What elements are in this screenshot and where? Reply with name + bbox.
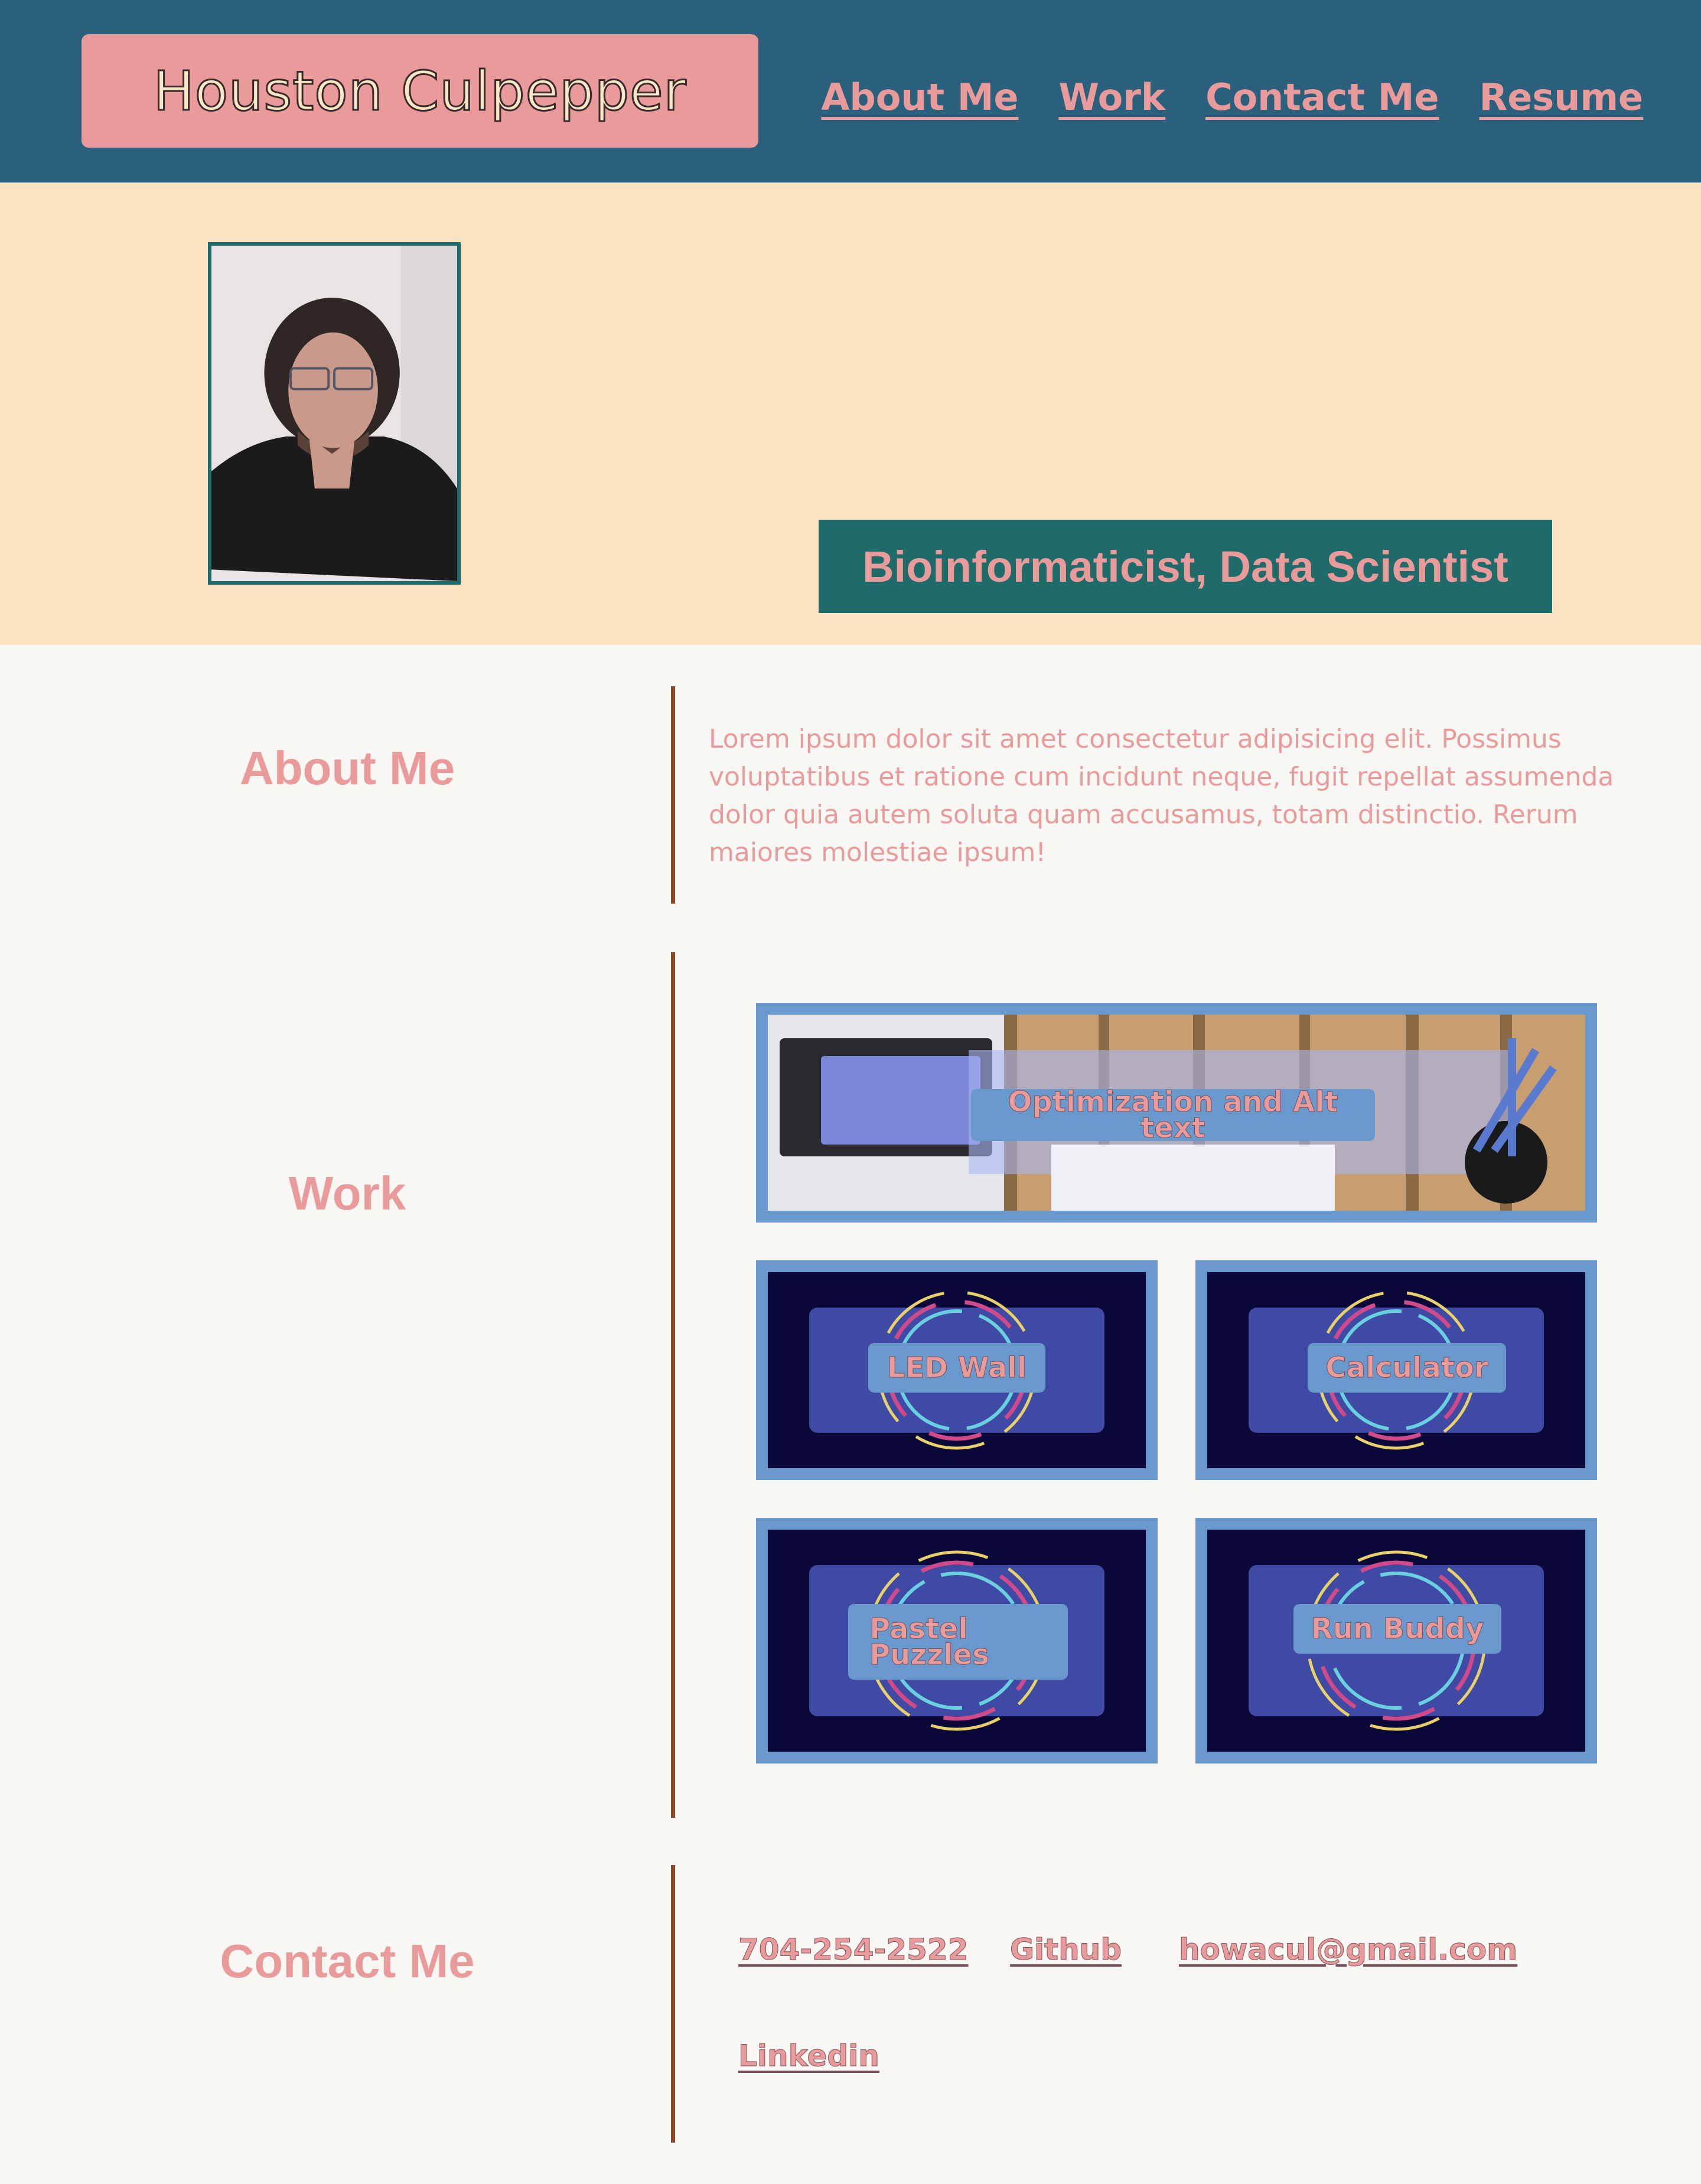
professional-title-banner: Bioinformaticist, Data Scientist [819, 520, 1552, 613]
contact-divider [671, 1865, 675, 2143]
email-link[interactable]: howacul@gmail.com [1178, 1932, 1517, 1967]
project-card-led-wall[interactable]: LED Wall [756, 1260, 1158, 1480]
phone-link[interactable]: 704-254-2522 [738, 1932, 968, 1967]
professional-title: Bioinformaticist, Data Scientist [862, 542, 1508, 591]
project-label: Optimization and Alt text [971, 1088, 1375, 1143]
nav-contact-me[interactable]: Contact Me [1205, 76, 1439, 119]
project-label: Calculator [1308, 1343, 1506, 1393]
about-divider [671, 686, 675, 904]
project-label: Pastel Puzzles [848, 1604, 1068, 1680]
main-nav: About Me Work Contact Me Resume [821, 76, 1643, 119]
nav-about-me[interactable]: About Me [821, 76, 1018, 119]
about-heading: About Me [239, 742, 455, 794]
site-header: Houston Culpepper About Me Work Contact … [0, 0, 1701, 182]
work-divider [671, 952, 675, 1818]
project-label: Run Buddy [1293, 1604, 1501, 1654]
nav-resume[interactable]: Resume [1480, 76, 1644, 119]
profile-photo [208, 242, 461, 585]
project-card-calculator[interactable]: Calculator [1195, 1260, 1597, 1480]
project-label: LED Wall [868, 1343, 1045, 1393]
project-card-optimization[interactable]: Optimization and Alt text [756, 1003, 1597, 1223]
project-card-run-buddy[interactable]: Run Buddy [1195, 1518, 1597, 1764]
work-heading: Work [288, 1167, 406, 1220]
linkedin-link[interactable]: Linkedin [738, 2039, 880, 2074]
github-link[interactable]: Github [1009, 1932, 1122, 1967]
about-text: Lorem ipsum dolor sit amet consectetur a… [709, 724, 1614, 868]
nav-work[interactable]: Work [1058, 76, 1165, 119]
site-name: Houston Culpepper [152, 58, 687, 123]
contact-heading: Contact Me [220, 1935, 475, 1987]
site-name-banner[interactable]: Houston Culpepper [82, 34, 758, 148]
project-card-pastel-puzzles[interactable]: Pastel Puzzles [756, 1518, 1158, 1764]
